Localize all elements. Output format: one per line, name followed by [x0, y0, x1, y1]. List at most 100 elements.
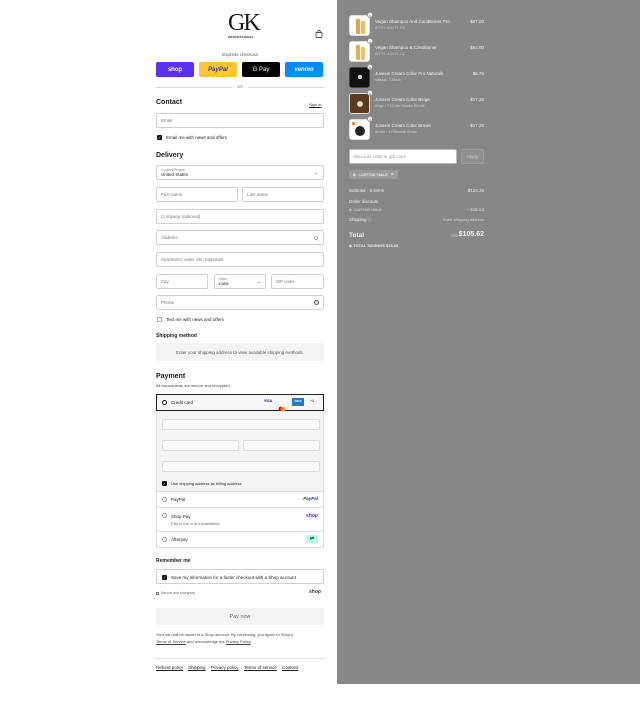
card-number-field[interactable] — [162, 419, 320, 430]
apartment-placeholder: Apartment, suite, etc. (optional) — [161, 257, 224, 262]
email-placeholder: Email — [161, 118, 173, 123]
card-details-panel: ✓ Use shipping address as billing addres… — [156, 411, 324, 492]
quantity-badge: 1 — [367, 90, 373, 96]
shop-pay-option-sub: Pay in full or in installments — [171, 521, 220, 526]
savings-label: TOTAL SAVINGS — [353, 243, 385, 248]
email-news-label: Email me with news and offers — [166, 135, 227, 140]
help-icon[interactable]: ? — [314, 300, 319, 305]
expiration-field[interactable] — [162, 440, 239, 451]
brand-logo[interactable]: GK PROFESSIONAL — [228, 11, 261, 45]
last-name-placeholder: Last name — [247, 192, 269, 197]
text-news-label: Text me with news and offers — [166, 317, 224, 322]
afterpay-option[interactable]: Afterpay ⇄ — [156, 532, 324, 548]
product-price: $54.00 — [470, 45, 484, 50]
remove-discount-icon[interactable]: × — [391, 172, 394, 178]
zip-field[interactable]: ZIP code — [271, 274, 324, 289]
last-name-field[interactable]: Last name — [242, 187, 324, 202]
contact-heading: Contact — [156, 99, 183, 106]
amex-icon: AMEX — [292, 398, 304, 406]
product-name: Vegan Shampoo And Conditioner Pro — [375, 19, 450, 24]
first-name-field[interactable]: First name — [156, 187, 238, 202]
cookies-link[interactable]: Cookies — [282, 665, 298, 670]
currency-label: USD — [451, 234, 459, 238]
company-field[interactable]: Company (optional) — [156, 209, 324, 224]
security-code-field[interactable] — [243, 440, 320, 451]
billing-same-checkbox[interactable]: ✓ — [162, 481, 167, 486]
phone-field[interactable]: Phone ? — [156, 295, 324, 310]
shipping-link[interactable]: Shipping — [188, 665, 206, 670]
email-field[interactable]: Email — [156, 113, 324, 128]
savings-value: $18.63 — [386, 243, 399, 248]
zip-placeholder: ZIP code — [276, 279, 294, 284]
subtotal-label: Subtotal · 5 items — [349, 188, 385, 193]
apply-button[interactable]: Apply — [461, 149, 484, 164]
shop-pay-option[interactable]: Shop Pay Pay in full or in installments … — [156, 508, 324, 532]
first-name-placeholder: First name — [161, 192, 183, 197]
city-field[interactable]: City — [156, 274, 208, 289]
secure-encrypted-label: Secure and encrypted — [161, 591, 196, 595]
payment-heading: Payment — [156, 373, 186, 380]
mastercard-icon — [278, 399, 286, 412]
email-news-checkbox[interactable]: ✓ — [157, 135, 162, 140]
product-price: $8.75 — [472, 71, 484, 76]
afterpay-radio[interactable] — [162, 537, 167, 542]
product-variant: Brown / 4.4 Brownie Brown — [375, 130, 418, 134]
shop-pay-button[interactable]: shop — [156, 62, 194, 77]
billing-same-label: Use shipping address as billing address — [171, 481, 242, 486]
subtotal-value: $124.25 — [467, 188, 484, 193]
product-thumbnail — [349, 41, 370, 62]
product-name: Juvexin Cream Color Beige — [375, 97, 430, 102]
paypal-radio[interactable] — [162, 497, 167, 502]
legal-line: Your info will be saved to a Shop accoun… — [156, 632, 293, 637]
privacy-policy-link[interactable]: Privacy policy — [211, 665, 239, 670]
total-savings: ⬖ TOTAL SAVINGS $18.63 — [349, 243, 398, 248]
discount-chip: ⬖ CORTNEYMILE × — [349, 170, 398, 179]
terms-of-service-link[interactable]: Terms of service — [244, 665, 277, 670]
sign-in-link[interactable]: Sign in — [309, 102, 321, 107]
paypal-logo-icon: PayPal — [303, 496, 318, 501]
discount-code-field[interactable]: Discount code or gift card — [349, 149, 457, 164]
terms-link[interactable]: Terms of Service — [156, 639, 186, 644]
address-field[interactable]: Address — [156, 230, 324, 245]
lock-icon — [156, 592, 159, 595]
remember-me-label: Save my information for a faster checkou… — [171, 575, 296, 580]
credit-card-option[interactable]: Credit card VISA AMEX +4 — [156, 394, 324, 412]
city-placeholder: City — [161, 279, 169, 284]
pay-now-button[interactable]: Pay now — [156, 608, 324, 625]
refund-policy-link[interactable]: Refund policy — [156, 665, 183, 670]
chevron-down-icon: ⌄ — [313, 170, 318, 176]
apply-label: Apply — [466, 154, 479, 159]
order-discount-label: Order discount — [349, 199, 379, 204]
quantity-badge: 1 — [367, 116, 373, 122]
cart-item: 1 Vegan Shampoo & Conditioner BOTH / 8.1… — [349, 38, 484, 65]
shop-pay-option-label: Shop Pay — [171, 514, 191, 519]
state-value: Iowa — [219, 281, 229, 286]
credit-card-radio[interactable] — [162, 400, 167, 405]
logo-subtitle: PROFESSIONAL — [228, 35, 255, 39]
paypal-button[interactable]: PayPal — [199, 62, 237, 77]
google-pay-button[interactable]: G Pay — [242, 62, 280, 77]
discount-placeholder: Discount code or gift card — [354, 154, 406, 159]
privacy-link[interactable]: Privacy Policy — [226, 639, 251, 644]
apartment-field[interactable]: Apartment, suite, etc. (optional) — [156, 252, 324, 267]
shipping-label-text: Shipping — [349, 217, 367, 222]
shopping-bag-icon[interactable] — [315, 25, 323, 38]
help-icon[interactable]: ⓘ — [368, 217, 372, 222]
venmo-button[interactable]: venmo — [285, 62, 323, 77]
product-variant: BOTH / 8.11 FL OZ — [375, 26, 405, 30]
state-select[interactable]: State Iowa ⌄ — [214, 274, 266, 289]
payment-subtitle: All transactions are secure and encrypte… — [156, 383, 231, 388]
address-placeholder: Address — [161, 235, 178, 240]
text-news-checkbox[interactable] — [157, 317, 162, 322]
cart-item: 1 Juvexin Cream Color Brown Brown / 4.4 … — [349, 116, 484, 143]
page-bottom — [0, 684, 640, 711]
name-on-card-field[interactable] — [162, 461, 320, 472]
quantity-badge: 1 — [367, 64, 373, 70]
remember-me-checkbox[interactable]: ✓ — [162, 575, 167, 580]
remember-me-box[interactable]: ✓ Save my information for a faster check… — [156, 569, 324, 584]
country-select[interactable]: Country/Region United States ⌄ — [156, 165, 324, 180]
shop-pay-radio[interactable] — [162, 513, 167, 518]
tag-icon: ⬖ — [353, 172, 357, 177]
phone-placeholder: Phone — [161, 300, 175, 305]
paypal-option[interactable]: PayPal PayPal — [156, 492, 324, 508]
